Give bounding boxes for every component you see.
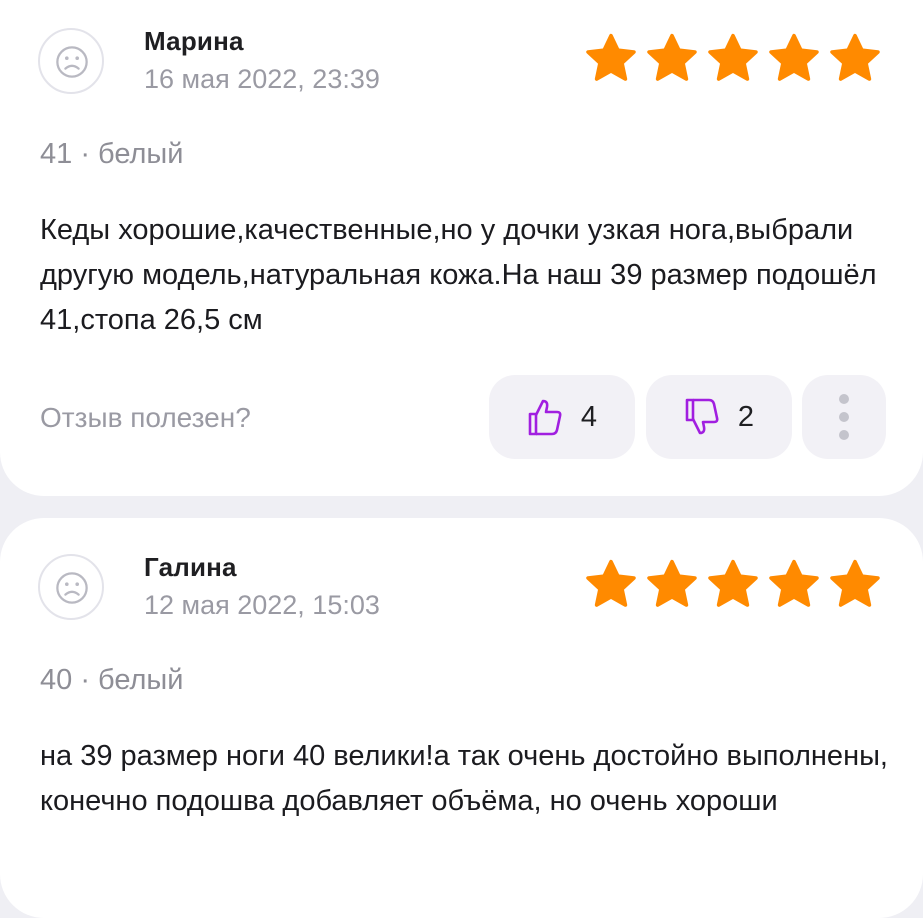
review-date: 16 мая 2022, 23:39: [144, 64, 380, 94]
dislike-button[interactable]: 2: [646, 375, 792, 459]
like-button[interactable]: 4: [489, 375, 635, 459]
star-icon: [766, 558, 822, 612]
thumb-up-icon: [528, 399, 562, 436]
review-date: 12 мая 2022, 15:03: [144, 590, 380, 620]
review-card: Галина 12 мая 2022, 15:03 40 · белый на …: [0, 518, 923, 918]
helpful-question: Отзыв полезен?: [40, 402, 251, 433]
review-author: Марина: [144, 26, 244, 56]
star-icon: [827, 32, 883, 86]
rating-stars: [583, 32, 883, 86]
sad-face-icon: [55, 45, 89, 79]
review-author: Галина: [144, 552, 237, 582]
rating-stars: [583, 558, 883, 612]
avatar: [38, 554, 104, 620]
review-card: Марина 16 мая 2022, 23:39 41 · белый Кед…: [0, 0, 923, 496]
review-text: на 39 размер ноги 40 велики!а так очень …: [40, 740, 888, 817]
star-icon: [766, 32, 822, 86]
avatar: [38, 28, 104, 94]
more-options-button[interactable]: [802, 375, 886, 459]
review-variant: 41 · белый: [40, 138, 184, 170]
review-text: Кеды хорошие,качественные,но у дочки узк…: [40, 214, 877, 336]
star-icon: [583, 32, 639, 86]
like-count: 4: [580, 400, 598, 433]
star-icon: [644, 558, 700, 612]
star-icon: [705, 32, 761, 86]
star-icon: [583, 558, 639, 612]
review-variant: 40 · белый: [40, 664, 184, 696]
star-icon: [827, 558, 883, 612]
dislike-count: 2: [737, 400, 755, 433]
thumb-down-icon: [685, 398, 719, 435]
star-icon: [644, 32, 700, 86]
sad-face-icon: [55, 571, 89, 605]
star-icon: [705, 558, 761, 612]
